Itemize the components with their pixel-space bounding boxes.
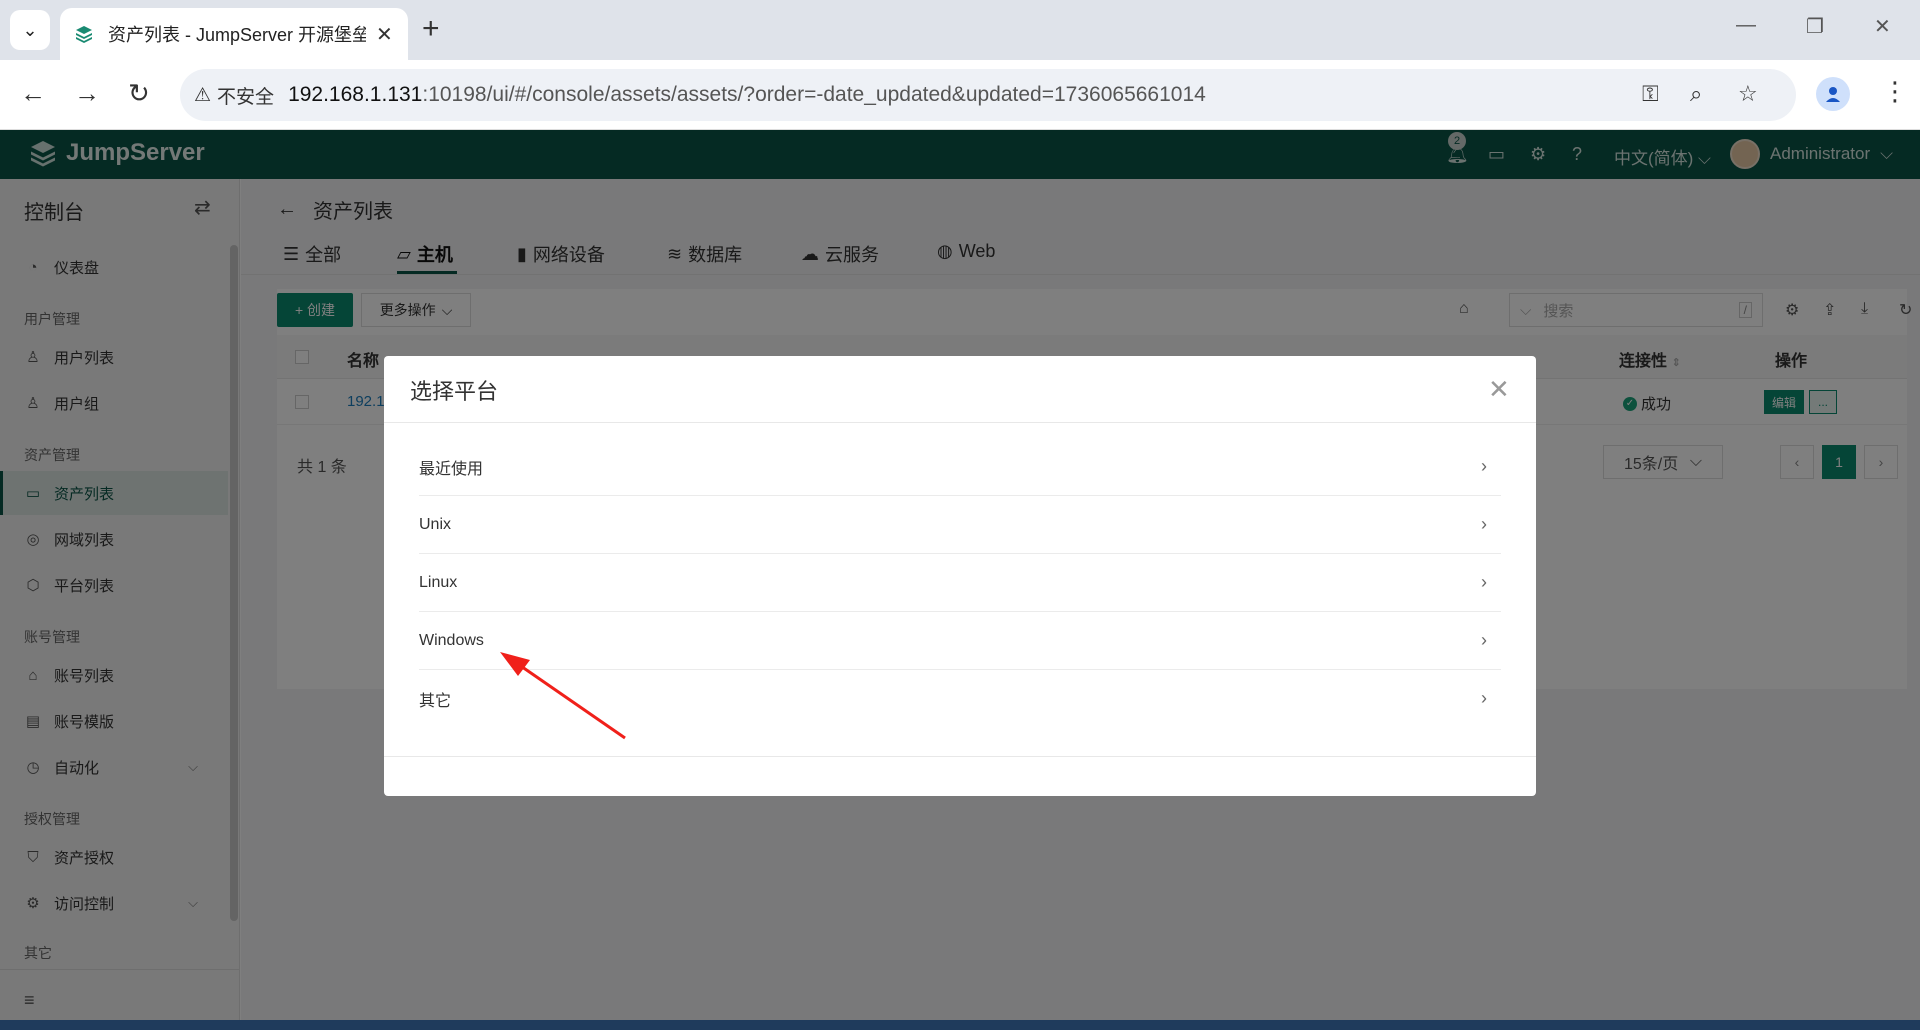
chevron-right-icon: › (1481, 456, 1487, 476)
platform-item-linux[interactable]: Linux › (419, 554, 1501, 612)
url-host: 192.168.1.131 (288, 83, 423, 106)
back-icon[interactable]: ← (20, 78, 46, 109)
dialog-footer-divider (384, 756, 1536, 757)
chevron-right-icon: › (1481, 572, 1487, 592)
dialog-title: 选择平台 (410, 379, 499, 404)
browser-tabstrip: ⌄ 资产列表 - JumpServer 开源堡垒机 ✕ + — ❐ ✕ (0, 0, 1920, 60)
forward-icon[interactable]: → (74, 78, 100, 109)
close-tab-icon[interactable]: ✕ (376, 22, 393, 47)
platform-item-recent[interactable]: 最近使用 › (419, 438, 1501, 496)
chevron-right-icon: › (1481, 630, 1487, 650)
tab-search-button[interactable]: ⌄ (10, 10, 50, 50)
zoom-icon[interactable]: ⌕ (1690, 81, 1702, 107)
profile-avatar-icon[interactable] (1816, 77, 1850, 111)
new-tab-icon[interactable]: + (422, 12, 440, 46)
platform-list: 最近使用 › Unix › Linux › Windows › 其它 › (419, 438, 1501, 728)
insecure-label: 不安全 (217, 86, 275, 108)
close-window-icon[interactable]: ✕ (1874, 14, 1891, 39)
warning-icon: ⚠ (194, 84, 212, 106)
chevron-right-icon: › (1481, 514, 1487, 534)
divider (384, 422, 1536, 423)
browser-menu-icon[interactable]: ⋮ (1882, 76, 1908, 107)
jumpserver-favicon-icon (76, 26, 92, 43)
minimize-icon[interactable]: — (1736, 14, 1756, 37)
select-platform-dialog: 选择平台 ✕ 最近使用 › Unix › Linux › Windows › 其它 › (384, 356, 1536, 796)
omnibox[interactable]: ⚠ 不安全 192.168.1.131:10198/ui/#/console/a… (180, 69, 1796, 121)
security-chip[interactable]: ⚠ 不安全 (194, 82, 288, 109)
url-text[interactable]: 192.168.1.131:10198/ui/#/console/assets/… (288, 83, 1206, 107)
password-key-icon[interactable]: ⚿ (1642, 81, 1659, 107)
bookmark-star-icon[interactable]: ☆ (1738, 81, 1758, 107)
chevron-right-icon: › (1481, 688, 1487, 708)
platform-item-other[interactable]: 其它 › (419, 670, 1501, 728)
tab-title: 资产列表 - JumpServer 开源堡垒机 (108, 25, 366, 45)
platform-item-unix[interactable]: Unix › (419, 496, 1501, 554)
reload-icon[interactable]: ↻ (128, 78, 150, 109)
restore-icon[interactable]: ❐ (1806, 14, 1824, 39)
platform-item-windows[interactable]: Windows › (419, 612, 1501, 670)
browser-tab[interactable]: 资产列表 - JumpServer 开源堡垒机 ✕ (60, 8, 408, 60)
url-path: :10198/ui/#/console/assets/assets/?order… (422, 83, 1206, 106)
address-bar: ← → ↻ ⚠ 不安全 192.168.1.131:10198/ui/#/con… (0, 60, 1920, 130)
close-icon[interactable]: ✕ (1488, 376, 1510, 402)
taskbar-edge (0, 1020, 1920, 1030)
